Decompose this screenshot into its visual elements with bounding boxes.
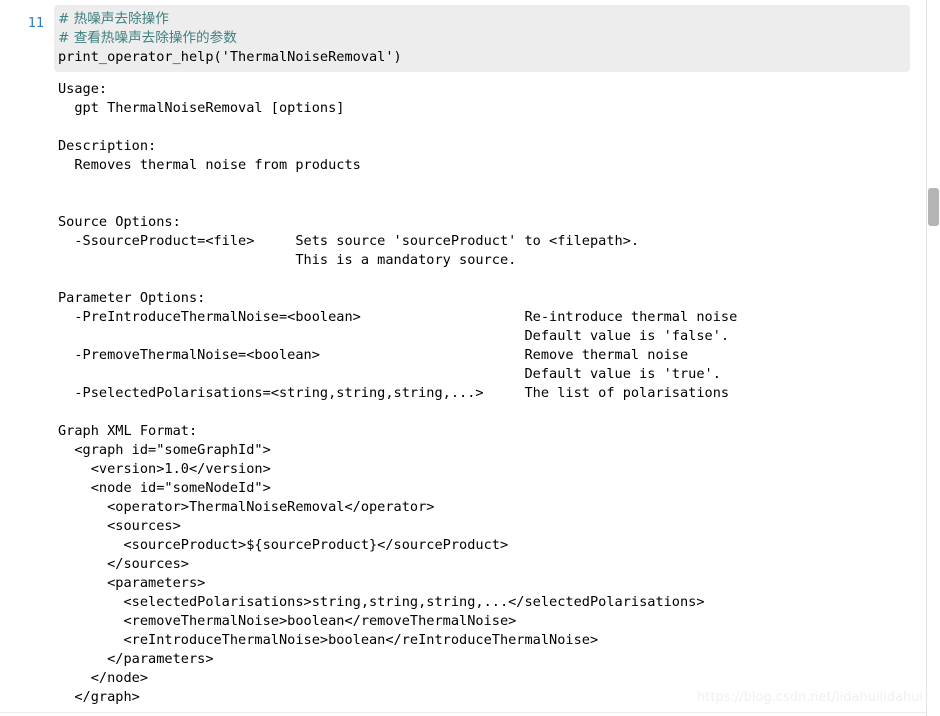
- output-line: <operator>ThermalNoiseRemoval</operator>: [58, 499, 435, 515]
- code-line: # 查看热噪声去除操作的参数: [58, 30, 237, 46]
- bottom-divider: [0, 712, 926, 713]
- output-line: Description:: [58, 138, 157, 154]
- output-line: </node>: [58, 670, 149, 686]
- watermark-url: https://blog.csdn.net/lidahuilidahui: [697, 690, 924, 705]
- output-line: Removes thermal noise from products: [58, 157, 361, 173]
- output-line: </sources>: [58, 556, 189, 572]
- output-line: <reIntroduceThermalNoise>boolean</reIntr…: [58, 632, 599, 648]
- vertical-scrollbar-thumb[interactable]: [928, 188, 939, 226]
- output-line: This is a mandatory source.: [58, 252, 517, 268]
- output-line: <version>1.0</version>: [58, 461, 271, 477]
- cell-output-area: Usage: gpt ThermalNoiseRemoval [options]…: [54, 80, 914, 707]
- output-line: </parameters>: [58, 651, 214, 667]
- output-line: Parameter Options:: [58, 290, 206, 306]
- output-line: gpt ThermalNoiseRemoval [options]: [58, 100, 345, 116]
- output-line: -PreIntroduceThermalNoise=<boolean> Re-i…: [58, 309, 738, 325]
- notebook-page: 11 # 热噪声去除操作 # 查看热噪声去除操作的参数 print_operat…: [0, 0, 940, 716]
- output-line: <graph id="someGraphId">: [58, 442, 271, 458]
- cell-execution-count: 11: [27, 15, 44, 31]
- code-line: print_operator_help('ThermalNoiseRemoval…: [58, 49, 402, 65]
- output-line: <parameters>: [58, 575, 206, 591]
- code-input-area[interactable]: # 热噪声去除操作 # 查看热噪声去除操作的参数 print_operator_…: [54, 5, 910, 72]
- output-line: <selectedPolarisations>string,string,str…: [58, 594, 705, 610]
- output-line: <sources>: [58, 518, 181, 534]
- output-line: Graph XML Format:: [58, 423, 198, 439]
- output-line: <node id="someNodeId">: [58, 480, 271, 496]
- output-line: Default value is 'false'.: [58, 328, 730, 344]
- output-line: -PremoveThermalNoise=<boolean> Remove th…: [58, 347, 689, 363]
- vertical-scrollbar-track[interactable]: [926, 0, 940, 716]
- output-line: Default value is 'true'.: [58, 366, 721, 382]
- output-line: -PselectedPolarisations=<string,string,s…: [58, 385, 730, 401]
- output-line: <sourceProduct>${sourceProduct}</sourceP…: [58, 537, 509, 553]
- code-line: # 热噪声去除操作: [58, 11, 169, 27]
- output-line: Source Options:: [58, 214, 181, 230]
- output-line: -SsourceProduct=<file> Sets source 'sour…: [58, 233, 640, 249]
- output-line: <removeThermalNoise>boolean</removeTherm…: [58, 613, 517, 629]
- output-line: Usage:: [58, 81, 108, 97]
